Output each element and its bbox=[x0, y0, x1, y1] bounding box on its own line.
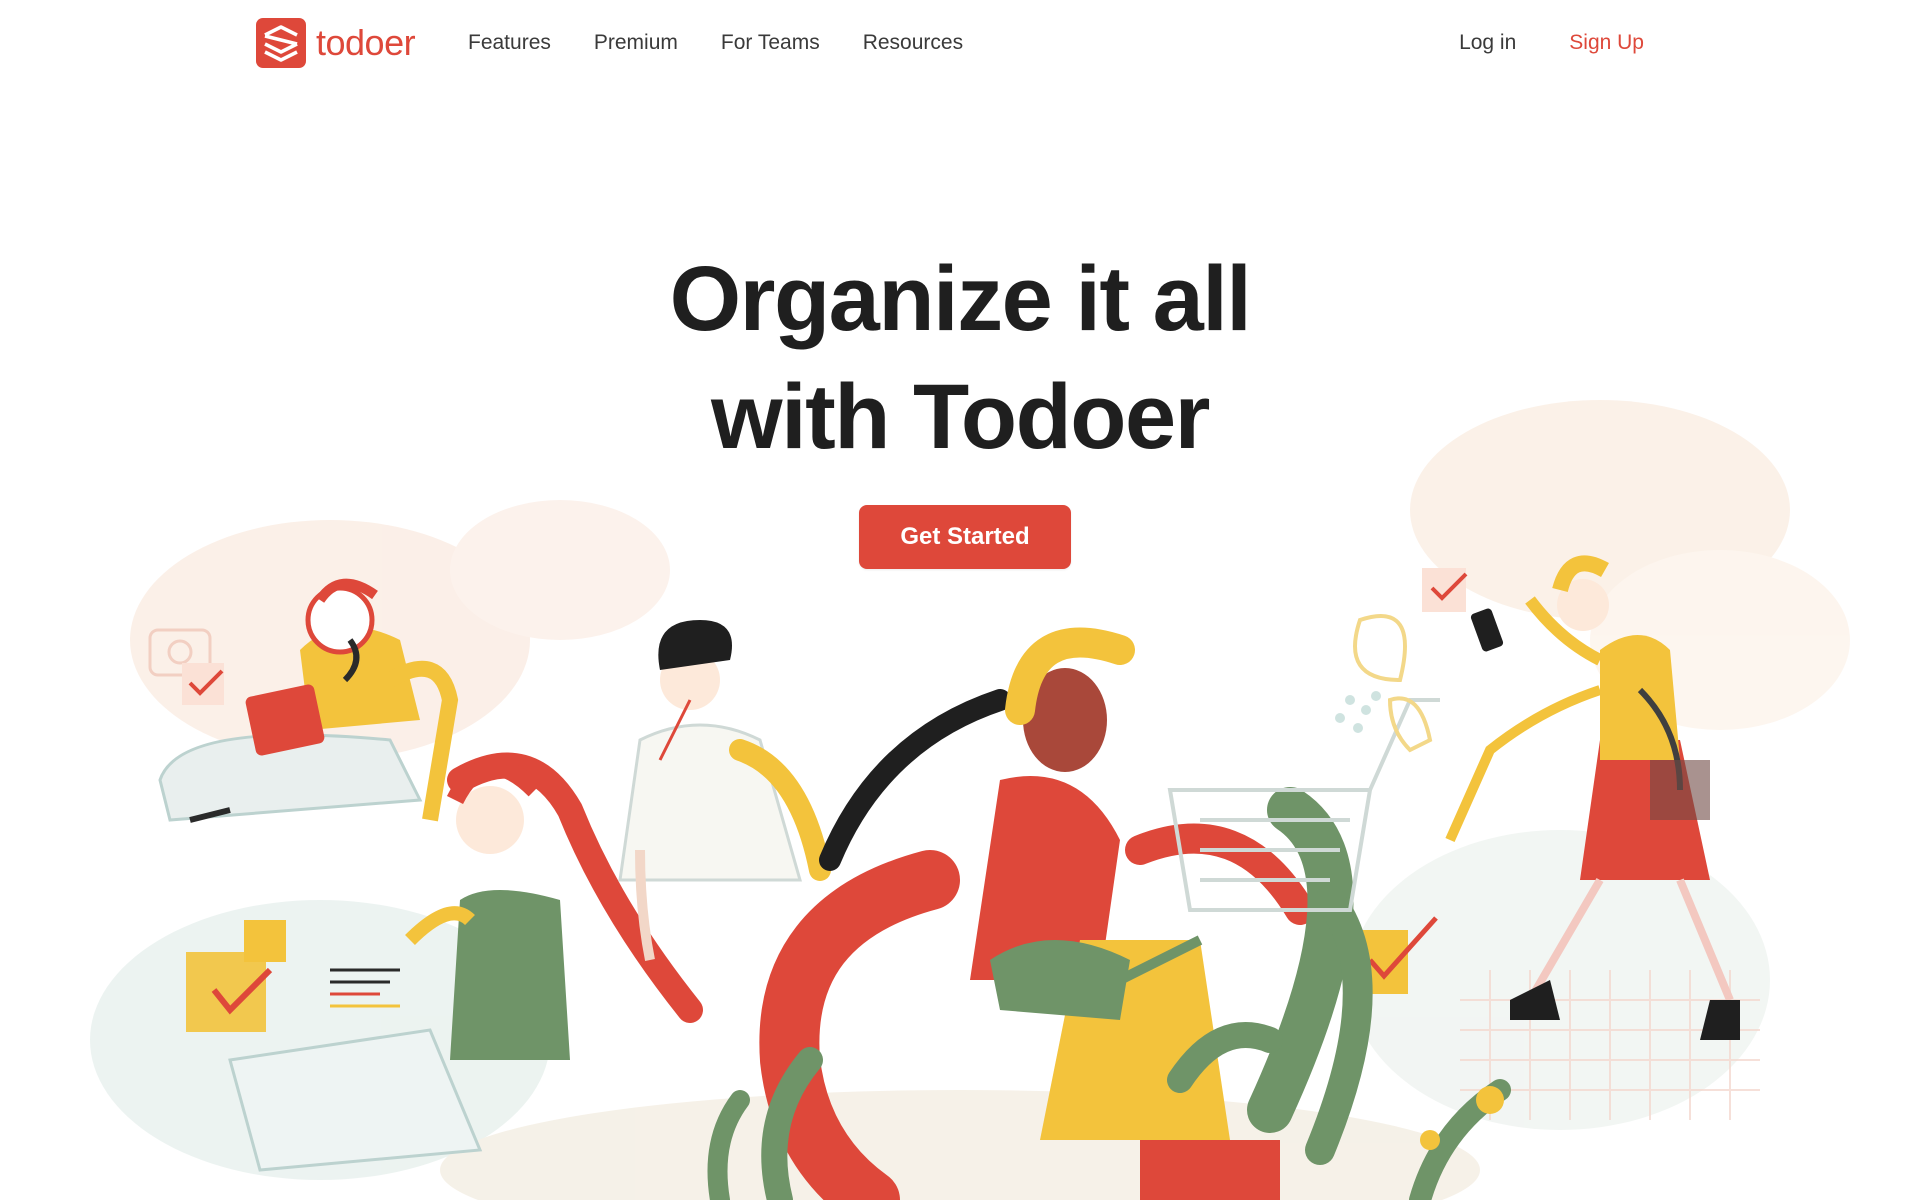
nav-link-premium[interactable]: Premium bbox=[594, 28, 678, 58]
hero-title-line-2: with Todoer bbox=[711, 366, 1210, 468]
landing-page: todoer Features Premium For Teams Resour… bbox=[0, 0, 1920, 1200]
auth-links: Log in Sign Up bbox=[1459, 28, 1644, 58]
login-link[interactable]: Log in bbox=[1459, 28, 1516, 58]
top-navigation: todoer Features Premium For Teams Resour… bbox=[0, 0, 1920, 88]
check-square-icon bbox=[1422, 568, 1468, 612]
hero-section: Organize it all with Todoer Get Started bbox=[0, 240, 1920, 569]
hero-title-line-1: Organize it all bbox=[669, 248, 1252, 350]
brand-name: todoer bbox=[316, 22, 416, 63]
get-started-button[interactable]: Get Started bbox=[859, 505, 1071, 569]
stacked-layers-icon bbox=[256, 18, 306, 68]
nav-link-for-teams[interactable]: For Teams bbox=[721, 28, 820, 58]
nav-link-resources[interactable]: Resources bbox=[863, 28, 963, 58]
person-thinking-figure bbox=[618, 620, 831, 961]
hero-title: Organize it all with Todoer bbox=[0, 240, 1920, 476]
brand-logo-link[interactable]: todoer bbox=[256, 18, 416, 68]
nav-link-features[interactable]: Features bbox=[468, 28, 551, 58]
primary-nav: Features Premium For Teams Resources bbox=[468, 28, 1006, 58]
signup-link[interactable]: Sign Up bbox=[1569, 28, 1644, 58]
food-sketch-decoration bbox=[1353, 614, 1433, 753]
hero-illustration bbox=[90, 400, 1850, 1200]
dots-decoration bbox=[1335, 691, 1381, 733]
check-square-icon bbox=[182, 663, 224, 705]
